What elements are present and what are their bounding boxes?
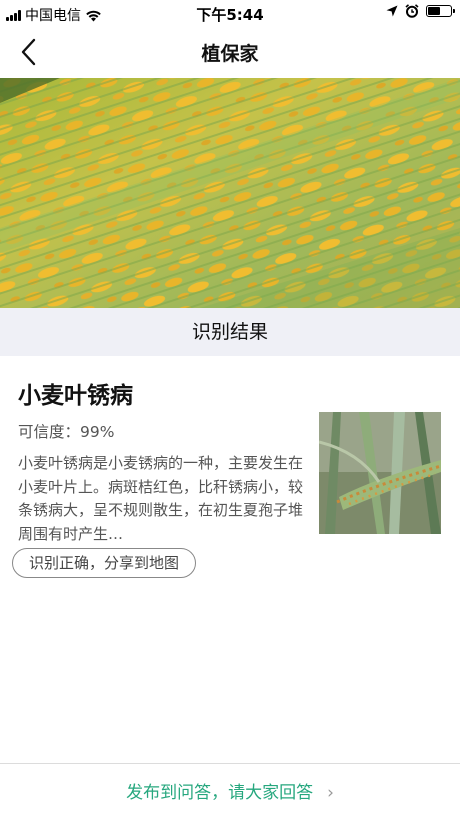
disease-thumbnail[interactable]: [319, 412, 441, 534]
alarm-clock-icon: [405, 4, 419, 18]
publish-to-qa-label: 发布到问答，请大家回答: [126, 783, 314, 803]
chevron-right-icon: ›: [327, 783, 334, 803]
result-card[interactable]: 小麦叶锈病 可信度：99% 小麦叶锈病是小麦锈病的一种，主要发生在小麦叶片上。病…: [0, 356, 460, 596]
status-bar-right: [386, 4, 455, 18]
status-bar: 中国电信 下午5:44: [0, 0, 460, 26]
confidence-label: 可信度：99%: [18, 423, 115, 441]
leaf-rust-image: [0, 78, 460, 308]
location-arrow-icon: [386, 5, 398, 17]
share-to-map-button[interactable]: 识别正确，分享到地图: [12, 548, 197, 578]
disease-name: 小麦叶锈病: [18, 383, 133, 409]
battery-icon: [426, 5, 455, 17]
footer-bar: 发布到问答，请大家回答 ›: [0, 763, 460, 818]
result-section-header: 识别结果: [0, 308, 460, 356]
wheat-leaf-thumbnail-image: [319, 412, 441, 534]
page-title: 植保家: [201, 43, 259, 65]
disease-description: 小麦叶锈病是小麦锈病的一种，主要发生在小麦叶片上。病斑桔红色，比秆锈病小，较条锈…: [18, 454, 303, 543]
battery-fill: [428, 7, 440, 15]
nav-bar: 植保家: [0, 26, 460, 78]
disease-photo: [0, 78, 460, 308]
publish-to-qa-link[interactable]: 发布到问答，请大家回答 ›: [0, 778, 460, 803]
